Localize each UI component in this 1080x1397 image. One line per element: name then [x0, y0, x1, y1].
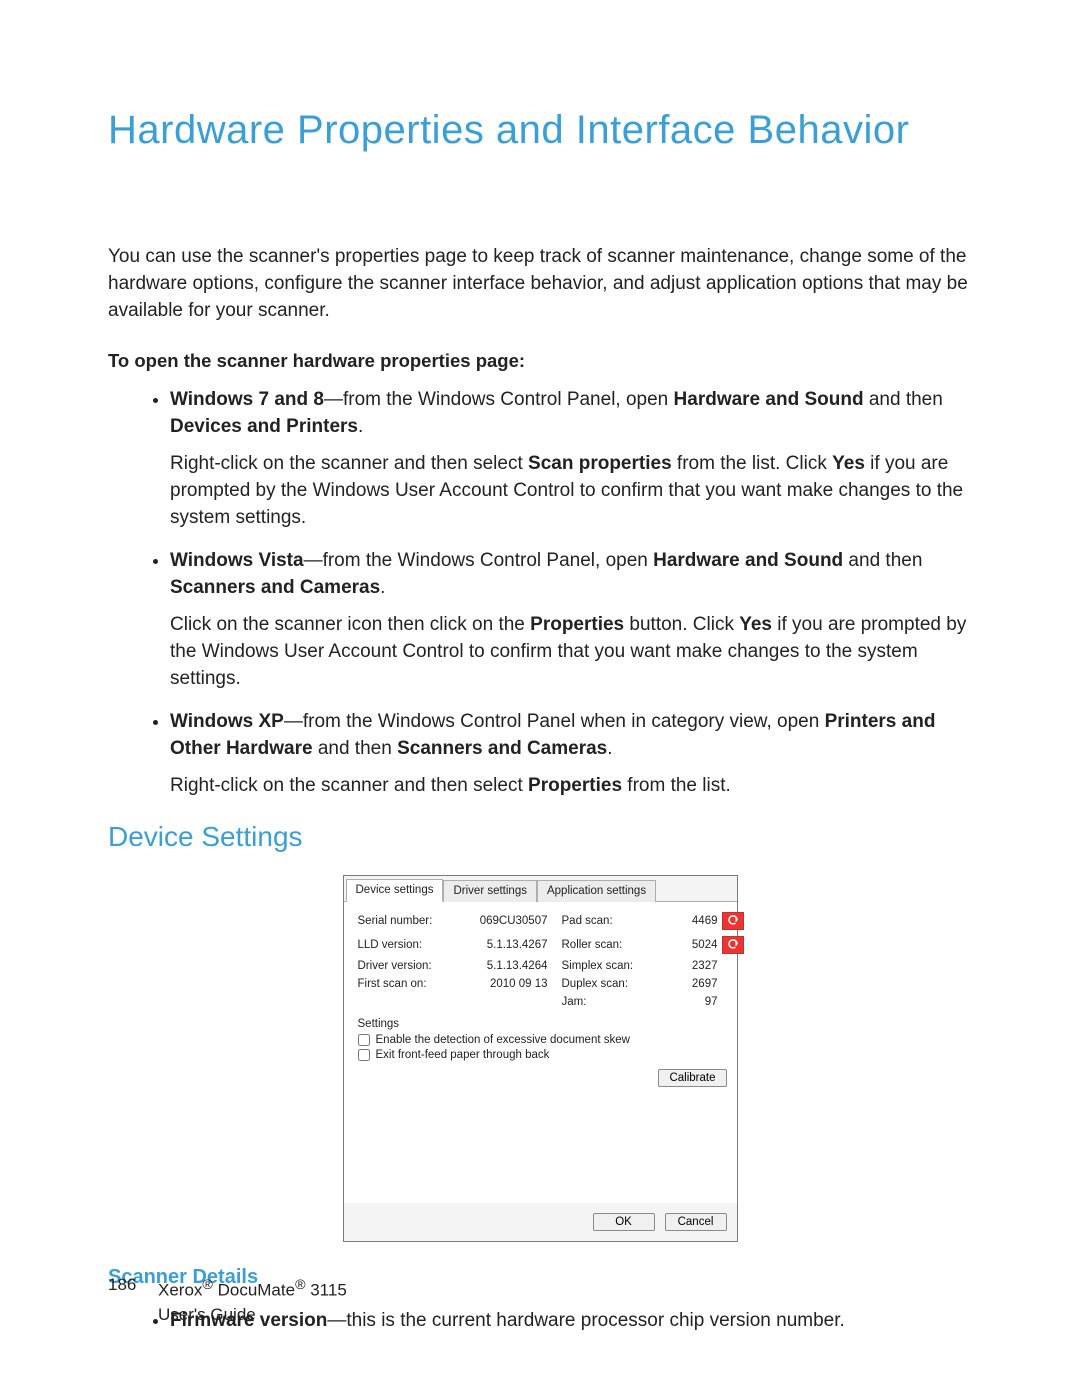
page-title: Hardware Properties and Interface Behavi…	[108, 108, 972, 153]
serial-label: Serial number:	[358, 915, 478, 927]
page-number: 186	[108, 1273, 158, 1327]
page-footer: 186 Xerox® DocuMate® 3115 User's Guide	[108, 1273, 347, 1327]
device-settings-heading: Device Settings	[108, 821, 972, 853]
tab-application-settings[interactable]: Application settings	[537, 880, 656, 902]
driver-value: 5.1.13.4264	[478, 960, 558, 972]
cancel-button[interactable]: Cancel	[665, 1213, 727, 1231]
duplex-label: Duplex scan:	[558, 978, 658, 990]
undo-icon	[727, 914, 739, 929]
checkbox-exit-label: Exit front-feed paper through back	[376, 1049, 550, 1061]
dialog-footer: OK Cancel	[344, 1203, 737, 1241]
roller-label: Roller scan:	[558, 939, 658, 951]
checkbox-skew-row[interactable]: Enable the detection of excessive docume…	[358, 1034, 727, 1046]
driver-label: Driver version:	[358, 960, 478, 972]
roller-value: 5024	[658, 939, 718, 951]
checkbox-skew-label: Enable the detection of excessive docume…	[376, 1034, 630, 1046]
step-para: Right-click on the scanner and then sele…	[170, 772, 972, 799]
step-lead: Windows 7 and 8	[170, 389, 324, 410]
dialog-fill	[358, 1087, 727, 1197]
jam-label: Jam:	[558, 996, 658, 1008]
first-scan-label: First scan on:	[358, 978, 478, 990]
step-lead: Windows Vista	[170, 550, 304, 571]
lld-label: LLD version:	[358, 939, 478, 951]
step-para: Right-click on the scanner and then sele…	[170, 450, 972, 531]
duplex-value: 2697	[658, 978, 718, 990]
calibrate-button[interactable]: Calibrate	[658, 1069, 726, 1087]
serial-value: 069CU30507	[478, 915, 558, 927]
pad-value: 4469	[658, 915, 718, 927]
ok-button[interactable]: OK	[593, 1213, 655, 1231]
reset-roller-button[interactable]	[722, 936, 744, 954]
list-item: Windows XP—from the Windows Control Pane…	[170, 708, 972, 799]
step-para: Click on the scanner icon then click on …	[170, 611, 972, 692]
info-grid: Serial number: 069CU30507 Pad scan: 4469…	[358, 912, 727, 1008]
lld-value: 5.1.13.4267	[478, 939, 558, 951]
steps-list: Windows 7 and 8—from the Windows Control…	[108, 386, 972, 799]
simplex-value: 2327	[658, 960, 718, 972]
list-item: Windows 7 and 8—from the Windows Control…	[170, 386, 972, 531]
simplex-label: Simplex scan:	[558, 960, 658, 972]
reset-pad-button[interactable]	[722, 912, 744, 930]
undo-icon	[727, 938, 739, 953]
list-item: Windows Vista—from the Windows Control P…	[170, 547, 972, 692]
tab-device-settings[interactable]: Device settings	[346, 879, 444, 902]
device-settings-dialog: Device settings Driver settings Applicat…	[343, 875, 738, 1242]
checkbox-skew[interactable]	[358, 1034, 370, 1046]
dialog-body: Serial number: 069CU30507 Pad scan: 4469…	[344, 902, 737, 1203]
footer-line-1: Xerox® DocuMate® 3115	[158, 1273, 347, 1303]
settings-subhead: Settings	[358, 1018, 727, 1030]
intro-paragraph: You can use the scanner's properties pag…	[108, 243, 972, 324]
dialog-tabs: Device settings Driver settings Applicat…	[344, 876, 737, 902]
first-scan-value: 2010 09 13	[478, 978, 558, 990]
tab-driver-settings[interactable]: Driver settings	[443, 880, 537, 902]
jam-value: 97	[658, 996, 718, 1008]
step-lead: Windows XP	[170, 711, 284, 732]
footer-line-2: User's Guide	[158, 1303, 347, 1327]
checkbox-exit-row[interactable]: Exit front-feed paper through back	[358, 1049, 727, 1061]
checkbox-exit[interactable]	[358, 1049, 370, 1061]
pad-label: Pad scan:	[558, 915, 658, 927]
open-heading: To open the scanner hardware properties …	[108, 350, 972, 372]
